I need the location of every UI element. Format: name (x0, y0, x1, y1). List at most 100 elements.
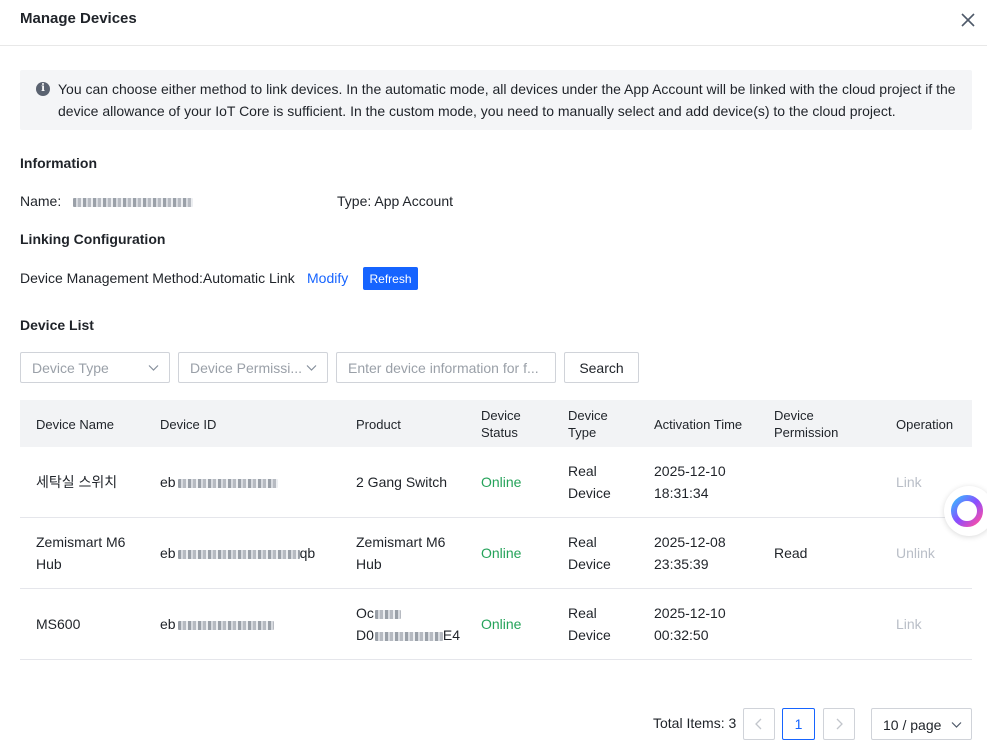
activation-clock: 18:31:34 (654, 485, 709, 501)
device-id-suffix: qb (299, 545, 316, 561)
device-id-prefix: eb (160, 545, 176, 561)
chevron-down-icon (148, 365, 159, 371)
device-id-prefix: eb (160, 474, 176, 490)
type-field: Type: App Account (337, 193, 453, 209)
total-items: Total Items: 3 (653, 715, 737, 731)
device-type-line1: Real (568, 605, 597, 621)
device-type-placeholder: Device Type (32, 360, 109, 376)
management-method: Device Management Method:Automatic Link (20, 270, 295, 286)
device-name: Zemismart M6 Hub (36, 531, 125, 575)
activation-clock: 00:32:50 (654, 627, 709, 643)
activation-date: 2025-12-08 (654, 534, 726, 550)
col-device-status-line1: Device (481, 408, 521, 423)
chevron-right-icon (836, 718, 843, 730)
col-device-type-line2: Type (568, 425, 597, 440)
information-title: Information (20, 155, 97, 171)
device-id-prefix: eb (160, 616, 176, 632)
device-name: MS600 (36, 616, 81, 632)
product: Oc D0 E4 (356, 602, 460, 646)
table-header: Device Name Device ID Product Device Sta… (20, 400, 972, 447)
device-id: eb qb (160, 542, 315, 564)
page-number-current[interactable]: 1 (782, 708, 815, 740)
device-type: Real Device (568, 460, 611, 504)
device-id: eb (160, 613, 274, 635)
device-type-line2: Device (568, 485, 611, 501)
notice-box: i You can choose either method to link d… (20, 70, 972, 130)
activation-date: 2025-12-10 (654, 605, 726, 621)
col-operation: Operation (896, 417, 954, 432)
col-device-permission-line1: Device (774, 408, 814, 423)
activation-time: 2025-12-08 23:35:39 (654, 531, 726, 575)
linking-title: Linking Configuration (20, 231, 166, 247)
col-device-permission: Device Permission (774, 407, 838, 441)
col-device-status: Device Status (481, 407, 521, 441)
table-row: Zemismart M6 Hub eb qb Zemismart M6 Hub O… (20, 518, 972, 589)
device-type-line2: Device (568, 556, 611, 572)
product-line2-prefix: D0 (356, 627, 374, 643)
col-activation-time: Activation Time (654, 417, 743, 432)
device-type-line1: Real (568, 534, 597, 550)
col-device-name: Device Name (36, 417, 115, 432)
device-search-input[interactable] (336, 352, 556, 383)
device-permission-select[interactable]: Device Permissi... (178, 352, 328, 383)
col-product: Product (356, 417, 401, 432)
page-size-select[interactable]: 10 / page (871, 708, 972, 740)
close-icon (961, 13, 975, 27)
method-label: Device Management Method: (20, 270, 203, 286)
device-name-line2: Hub (36, 556, 62, 572)
device-permission: Read (774, 545, 808, 561)
product-line1: Oc (356, 602, 460, 624)
product: 2 Gang Switch (356, 474, 448, 490)
name-field: Name: (20, 193, 194, 209)
refresh-button[interactable]: Refresh (363, 267, 418, 290)
device-id-redacted (177, 549, 300, 559)
device-type-line1: Real (568, 463, 597, 479)
device-type: Real Device (568, 531, 611, 575)
table-row: 세탁실 스위치 eb 2 Gang Switch Online Real Dev… (20, 447, 972, 518)
activation-time: 2025-12-10 18:31:34 (654, 460, 726, 504)
product-redacted (374, 609, 401, 619)
col-device-permission-line2: Permission (774, 425, 839, 440)
device-id: eb (160, 471, 278, 493)
chevron-down-icon (306, 365, 317, 371)
device-status: Online (481, 545, 522, 561)
chevron-down-icon (951, 722, 962, 728)
modify-link[interactable]: Modify (307, 270, 348, 286)
method-value: Automatic Link (202, 270, 295, 286)
device-name: 세탁실 스위치 (36, 474, 118, 490)
device-status: Online (481, 474, 522, 490)
device-id-redacted (177, 478, 278, 488)
close-button[interactable] (957, 9, 979, 31)
assistant-logo-icon (951, 495, 983, 527)
product-line2: Hub (356, 556, 382, 572)
device-permission-placeholder: Device Permissi... (190, 360, 303, 376)
col-device-type: Device Type (568, 407, 608, 441)
unlink-button[interactable]: Unlink (896, 542, 935, 564)
modal-title: Manage Devices (20, 10, 137, 27)
activation-time: 2025-12-10 00:32:50 (654, 602, 726, 646)
name-label: Name: (20, 193, 62, 209)
product-line2: D0 E4 (356, 624, 460, 646)
activation-clock: 23:35:39 (654, 556, 709, 572)
col-device-type-line1: Device (568, 408, 608, 423)
page-size-value: 10 / page (883, 717, 942, 733)
assistant-float-button[interactable] (944, 486, 987, 536)
device-id-redacted (177, 620, 274, 630)
prev-page-button[interactable] (743, 708, 775, 740)
product-line1: Zemismart M6 (356, 534, 446, 550)
next-page-button[interactable] (823, 708, 855, 740)
product-line1-prefix: Oc (356, 605, 374, 621)
device-name-line1: Zemismart M6 (36, 534, 126, 550)
product-line2-suffix: E4 (442, 627, 461, 643)
info-icon: i (36, 82, 50, 96)
link-button[interactable]: Link (896, 471, 922, 493)
type-label: Type: (337, 193, 372, 209)
notice-text: You can choose either method to link dev… (58, 81, 956, 119)
device-list-title: Device List (20, 317, 94, 333)
name-value-redacted (73, 197, 194, 207)
col-device-status-line2: Status (481, 425, 518, 440)
modal-header: Manage Devices (0, 0, 987, 46)
search-button[interactable]: Search (564, 352, 639, 383)
link-button[interactable]: Link (896, 613, 922, 635)
device-type-select[interactable]: Device Type (20, 352, 170, 383)
